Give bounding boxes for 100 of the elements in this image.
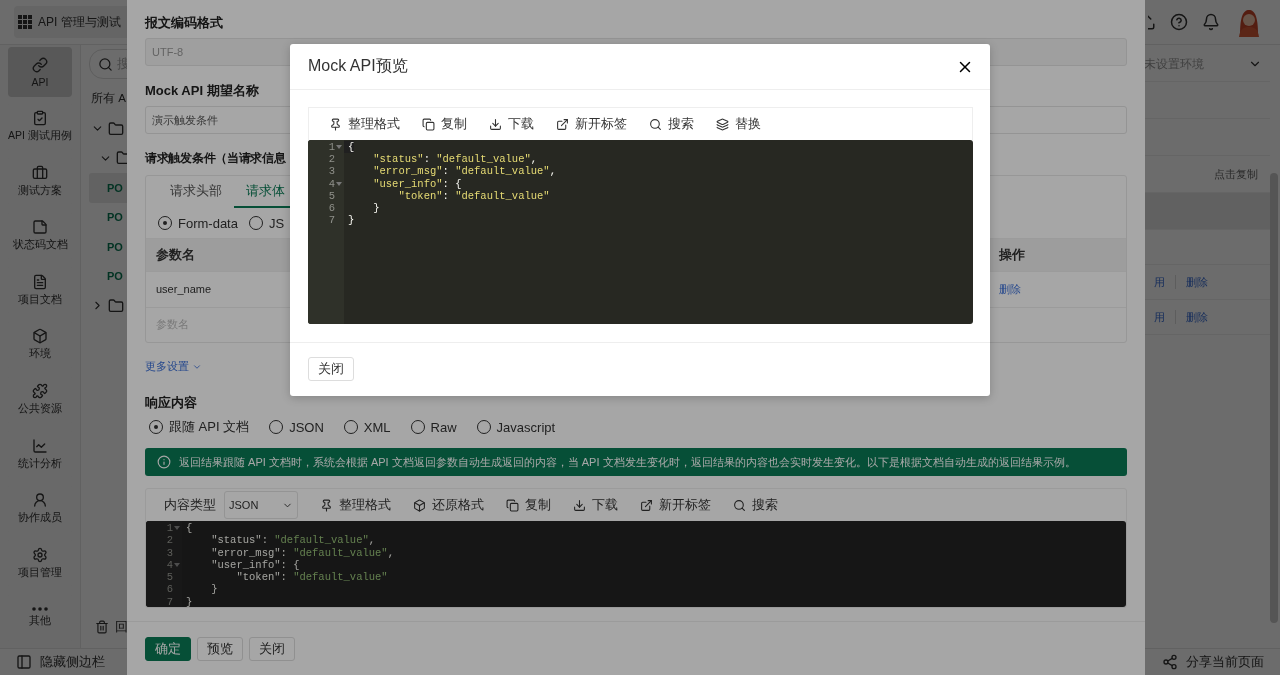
close-dialog-button[interactable]: 关闭 — [308, 357, 354, 381]
code-line: } — [372, 202, 380, 215]
code-editor[interactable]: 1 2 3 4 5 6 7 { "status": "default_value", "error_msg": "default_value", "user_info": { "token": "default_value" } } — [308, 140, 973, 324]
code-line: "token": "default_value" — [397, 189, 550, 202]
code-line: "user_info": { — [210, 558, 300, 572]
code-editor[interactable]: 1 2 3 4 5 6 7 { "status": "default_value", "error_msg": "default_value", "user_info": { "token": "default_value" } } — [146, 521, 1126, 607]
code-line: { — [185, 522, 193, 535]
radio-option[interactable]: XML — [343, 419, 391, 435]
cube-icon — [413, 498, 426, 512]
toolbar-button[interactable]: 还原格式 — [413, 496, 484, 514]
fold-icon[interactable] — [336, 180, 342, 187]
help-icon[interactable] — [1170, 13, 1188, 31]
toolbar-button[interactable]: 搜索 — [649, 115, 694, 133]
field-label: 报文编码格式 — [145, 14, 223, 32]
line-number: 1 — [166, 522, 173, 535]
line-number: 2 — [328, 153, 335, 166]
toolbar-button[interactable]: 下载 — [573, 496, 618, 514]
method-label: PO — [107, 181, 123, 194]
toolbar-button[interactable]: 搜索 — [733, 496, 778, 514]
radio-option[interactable]: Raw — [410, 419, 457, 435]
section-title: 响应内容 — [145, 394, 197, 412]
line-number: 7 — [328, 214, 335, 227]
toolbar-button[interactable]: 下载 — [489, 115, 534, 133]
briefcase-icon — [32, 164, 48, 181]
secondary-button[interactable]: 关闭 — [249, 636, 295, 661]
code-line: } — [210, 583, 218, 596]
copy-icon — [506, 498, 519, 512]
field-label: Mock API 期望名称 — [145, 82, 259, 100]
radio-option[interactable]: Javascript — [476, 419, 556, 435]
trash-icon[interactable] — [95, 620, 109, 634]
section-title: 请求触发条件（当请求信息 — [145, 150, 286, 167]
toolbar-button[interactable]: 复制 — [506, 496, 551, 514]
panel-icon — [16, 654, 32, 670]
code-line: "token": "default_value" — [235, 571, 388, 584]
delete-link[interactable]: 删除 — [999, 281, 1021, 297]
toolbar-button[interactable]: 替换 — [716, 115, 761, 133]
link-icon — [32, 56, 48, 73]
folder-icon — [108, 297, 124, 314]
line-number: 1 — [328, 141, 335, 154]
copy-icon — [422, 117, 435, 131]
line-number: 2 — [166, 534, 173, 547]
search-icon — [98, 56, 113, 72]
column-header: 参数名 — [155, 246, 196, 264]
code-line: } — [347, 214, 355, 227]
code-line: "error_msg": "default_value", — [372, 165, 556, 178]
hide-sidebar-button[interactable]: 隐藏侧边栏 — [16, 653, 105, 671]
radio-option[interactable]: JS — [248, 215, 285, 231]
copy-hint[interactable]: 点击复制 — [1214, 166, 1258, 182]
more-icon — [32, 607, 48, 612]
line-number: 4 — [166, 558, 173, 572]
tree-heading: 所有 A — [91, 91, 126, 106]
external-link-icon — [556, 117, 569, 131]
toolbar-button[interactable]: 整理格式 — [329, 115, 400, 133]
enable-link[interactable]: 用 — [1154, 274, 1165, 290]
external-link-icon — [640, 498, 653, 512]
toolbar-button[interactable]: 整理格式 — [320, 496, 391, 514]
line-number: 3 — [166, 546, 173, 559]
radio-option[interactable]: 跟随 API 文档 — [149, 418, 250, 436]
app-title: API 管理与测试 — [38, 13, 121, 31]
toolbar-button[interactable]: 复制 — [422, 115, 467, 133]
pin-icon — [329, 117, 342, 131]
share-icon — [1162, 654, 1178, 670]
line-number: 4 — [328, 177, 335, 190]
line-number: 3 — [328, 165, 335, 178]
radio-option[interactable]: JSON — [269, 419, 324, 435]
user-icon — [32, 492, 48, 509]
enable-link[interactable]: 用 — [1154, 309, 1165, 325]
code-line: "status": "default_value", — [210, 534, 376, 547]
layers-icon — [716, 117, 729, 131]
column-header: 操作 — [998, 246, 1026, 264]
search-icon — [649, 117, 662, 131]
more-settings-link[interactable]: 更多设置 — [145, 359, 202, 374]
line-number: 7 — [166, 595, 173, 607]
trash-label[interactable]: 回 — [115, 618, 128, 636]
toolbar-button[interactable]: 新开标签 — [640, 496, 711, 514]
document-icon — [32, 273, 48, 290]
radio-option[interactable]: Form-data — [158, 215, 238, 231]
bell-icon[interactable] — [1202, 13, 1220, 31]
grid-icon[interactable] — [18, 15, 32, 29]
line-number: 5 — [166, 571, 173, 584]
content-type-select[interactable]: JSON — [224, 491, 298, 519]
toolbar-button[interactable]: 新开标签 — [556, 115, 627, 133]
folder-icon — [108, 120, 124, 137]
line-number: 5 — [328, 189, 335, 202]
clipboard-icon — [32, 110, 48, 127]
delete-link[interactable]: 删除 — [1186, 309, 1208, 325]
tab[interactable]: 请求头部 — [158, 176, 234, 208]
secondary-button[interactable]: 预览 — [197, 636, 243, 661]
nav-item[interactable]: API — [8, 47, 72, 97]
code-line: "status": "default_value", — [372, 153, 538, 166]
share-button[interactable]: 分享当前页面 — [1162, 653, 1264, 671]
confirm-button[interactable]: 确定 — [145, 636, 191, 661]
banner-text: 返回结果跟随 API 文档时，系统会根据 API 文档返回参数自动生成返回的内容，当 API 文档发生变化时，返回结果的内容也会实时发生变化。以下是根据文档自动生成的返回结果示例。 — [179, 454, 1076, 470]
line-number: 6 — [166, 583, 173, 596]
delete-link[interactable]: 删除 — [1186, 274, 1208, 290]
search-icon — [733, 498, 746, 512]
chart-icon — [32, 437, 48, 454]
dialog-title: Mock API预览 — [308, 56, 408, 76]
cube-icon — [32, 328, 48, 345]
download-icon — [489, 117, 502, 131]
